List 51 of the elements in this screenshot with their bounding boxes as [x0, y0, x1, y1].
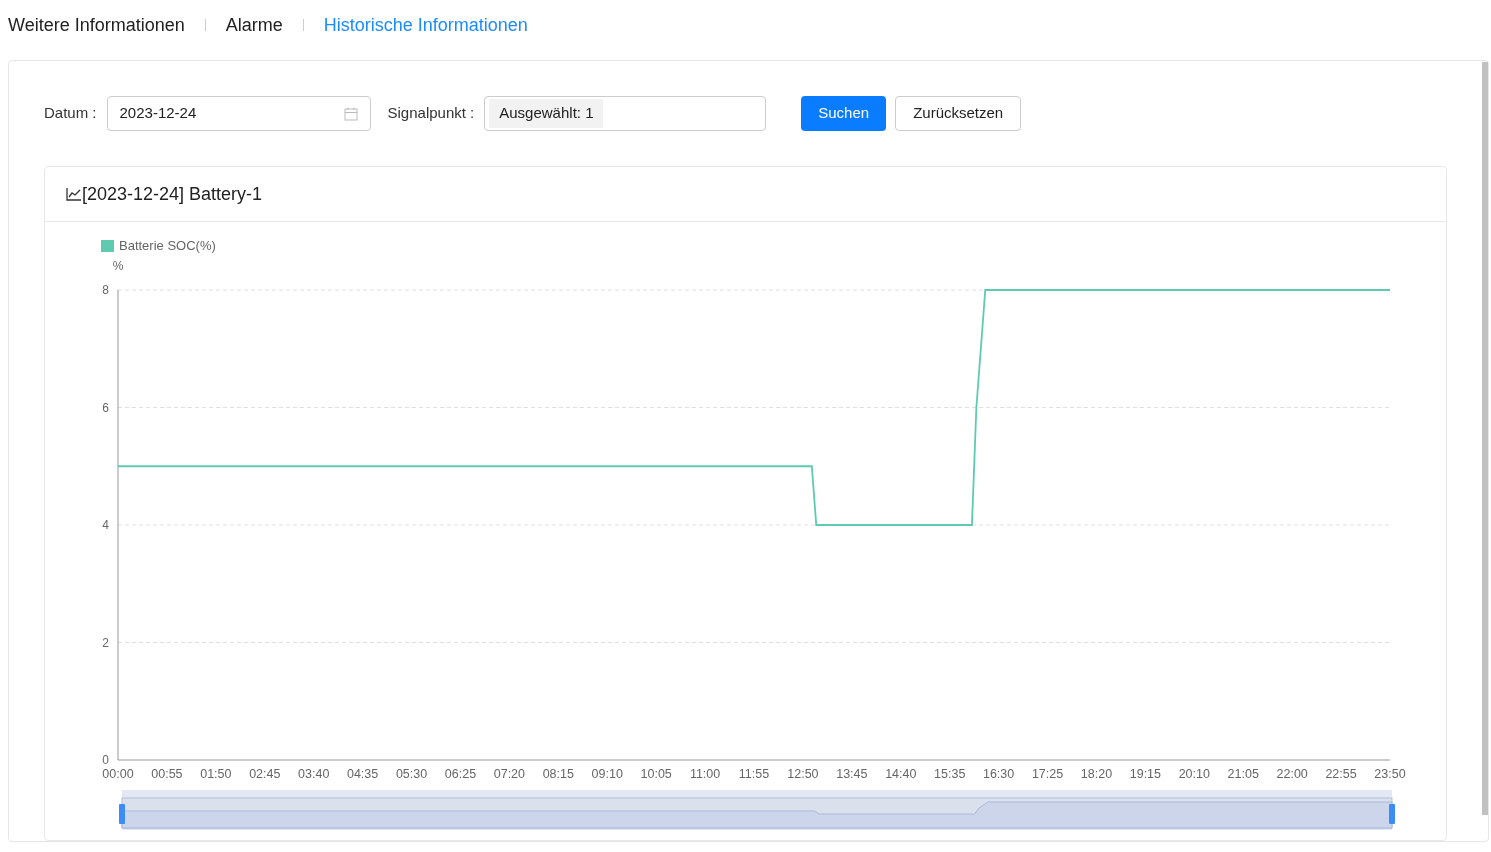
date-label: Datum :: [44, 103, 97, 124]
x-tick-label: 08:15: [542, 767, 574, 781]
x-tick-label: 10:05: [640, 767, 672, 781]
x-tick-label: 15:35: [934, 767, 966, 781]
x-tick-label: 18:20: [1080, 767, 1113, 781]
date-value: 2023-12-24: [119, 103, 197, 124]
x-tick-label: 21:05: [1227, 767, 1259, 781]
y-tick-label: 2: [102, 635, 109, 650]
x-tick-label: 13:45: [836, 767, 868, 781]
search-button[interactable]: Suchen: [801, 96, 887, 131]
chart-title: [2023-12-24] Battery-1: [82, 182, 263, 206]
selected-tag: Ausgewählt: 1: [489, 99, 604, 128]
reset-button[interactable]: Zurücksetzen: [895, 96, 1022, 131]
y-tick-label: 4: [102, 518, 109, 532]
legend-label[interactable]: Batterie SOC(%): [119, 238, 216, 253]
x-tick-label: 05:30: [395, 767, 428, 781]
signal-select[interactable]: Ausgewählt: 1: [484, 96, 767, 131]
x-tick-label: 07:20: [493, 767, 526, 781]
x-tick-label: 03:40: [298, 767, 330, 781]
tab[interactable]: Weitere Informationen: [8, 11, 185, 39]
scrollbar-thumb[interactable]: [1482, 62, 1488, 815]
tab[interactable]: Alarme: [225, 11, 283, 39]
y-tick-label: 6: [102, 400, 109, 415]
x-tick-label: 00:00: [102, 767, 134, 781]
x-tick-label: 01:50: [200, 767, 232, 781]
x-tick-label: 02:45: [249, 767, 281, 781]
x-tick-label: 20:10: [1178, 767, 1210, 781]
x-tick-label: 17:25: [1031, 767, 1064, 781]
line-chart-icon: [66, 187, 82, 201]
x-tick-label: 16:30: [982, 767, 1015, 781]
zoom-handle[interactable]: [1389, 804, 1395, 824]
x-tick-label: 23:50: [1374, 767, 1406, 781]
x-tick-label: 11:00: [689, 767, 721, 781]
x-tick-label: 11:55: [738, 767, 770, 781]
x-tick-label: 22:00: [1276, 767, 1308, 781]
y-tick-label: 8: [102, 283, 109, 297]
x-tick-label: 12:50: [787, 767, 819, 781]
x-tick-label: 04:35: [346, 767, 379, 781]
x-tick-label: 09:10: [591, 767, 623, 781]
axis-unit: %: [112, 259, 124, 273]
x-tick-label: 06:25: [444, 767, 477, 781]
x-tick-label: 19:15: [1129, 767, 1162, 781]
signal-label: Signalpunkt :: [387, 103, 475, 124]
calendar-icon: [343, 106, 358, 121]
y-tick-label: 0: [102, 753, 109, 767]
x-tick-label: 14:40: [885, 767, 917, 781]
zoom-slider[interactable]: [121, 790, 1393, 830]
zoom-handle[interactable]: [119, 804, 125, 824]
x-tick-label: 00:55: [151, 767, 183, 781]
x-tick-label: 22:55: [1325, 767, 1357, 781]
date-field[interactable]: 2023-12-24: [106, 96, 371, 131]
